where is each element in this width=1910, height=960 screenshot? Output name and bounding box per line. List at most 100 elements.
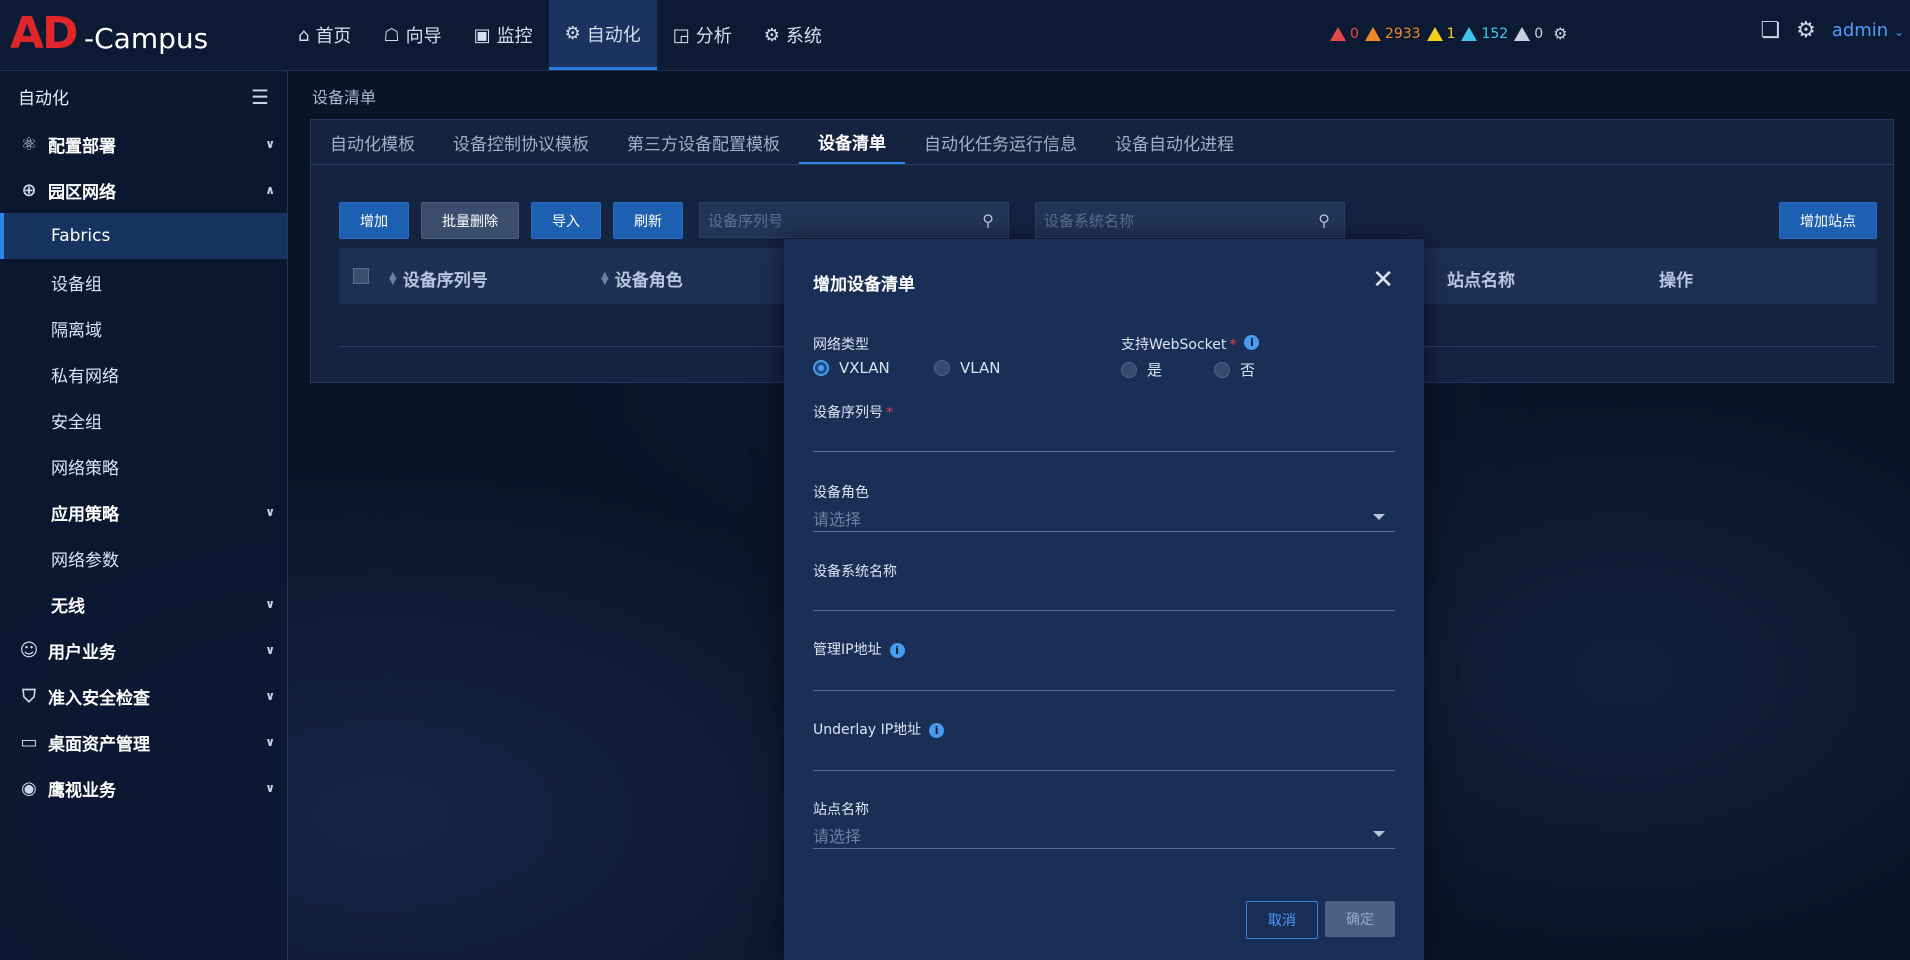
collapse-sidebar-icon[interactable]: ☰ [251, 85, 269, 109]
document-icon[interactable]: ❏ [1760, 18, 1780, 43]
tab-device-automation-progress[interactable]: 设备自动化进程 [1096, 120, 1253, 164]
role-select[interactable]: 请选择 [813, 506, 1395, 532]
site-select[interactable]: 请选择 [813, 823, 1395, 849]
alarm-count: 2933 [1384, 25, 1421, 42]
sidebar-item-user-service[interactable]: ☺ 用户业务 ∨ [0, 627, 287, 673]
nav-home[interactable]: ⌂ 首页 [282, 0, 367, 70]
select-all-checkbox[interactable] [353, 268, 369, 284]
sidebar-item-config-deploy[interactable]: ⚛ 配置部署 ∨ [0, 121, 287, 167]
websocket-label-text: 支持WebSocket [1121, 337, 1227, 353]
sidebar-item-network-params[interactable]: 网络参数 [0, 535, 287, 581]
nav-system[interactable]: ⚙ 系统 [748, 0, 838, 70]
add-site-button[interactable]: 增加站点 [1779, 202, 1877, 239]
user-menu[interactable]: admin ⌄ [1832, 20, 1904, 41]
radio-vxlan[interactable]: VXLAN [813, 359, 890, 377]
info-icon[interactable]: i [889, 642, 905, 658]
underlay-ip-input[interactable] [813, 745, 1395, 771]
websocket-label: 支持WebSocket * i [1121, 334, 1260, 354]
chevron-down-icon: ∨ [265, 689, 275, 703]
mgmt-ip-label: 管理IP地址 i [813, 639, 905, 659]
username: admin [1831, 20, 1889, 41]
radio-websocket-no[interactable]: 否 [1214, 359, 1255, 380]
close-icon[interactable]: ✕ [1372, 265, 1394, 295]
search-icon[interactable]: ⚲ [982, 211, 994, 230]
chevron-down-icon: ∨ [265, 781, 275, 795]
nav-automation[interactable]: ⚙ 自动化 [548, 0, 657, 70]
sidebar-item-campus-network[interactable]: ⊕ 园区网络 ∧ [0, 167, 287, 213]
users-icon: ☺ [19, 639, 39, 661]
add-button[interactable]: 增加 [339, 202, 409, 239]
dialog-title: 增加设备清单 [813, 275, 915, 295]
alarm-settings-icon[interactable]: ⚙ [1553, 24, 1567, 43]
nav-monitor[interactable]: ▣ 监控 [458, 0, 549, 70]
sidebar-item-label: 网络参数 [51, 550, 119, 571]
sidebar-title: 自动化 [18, 88, 69, 109]
tab-third-party-config-template[interactable]: 第三方设备配置模板 [608, 120, 799, 164]
alarm-warning[interactable]: 152 [1461, 26, 1508, 42]
mgmt-ip-input[interactable] [813, 665, 1395, 691]
analysis-icon: ◲ [672, 24, 690, 46]
chevron-down-icon: ∨ [265, 643, 275, 657]
nav-guide[interactable]: ☖ 向导 [367, 0, 457, 70]
alarm-minor[interactable]: 1 [1426, 25, 1456, 42]
sidebar-item-wireless[interactable]: 无线 ∨ [0, 581, 287, 627]
info-icon[interactable]: i [929, 722, 945, 738]
tab-automation-template[interactable]: 自动化模板 [311, 120, 434, 164]
sidebar-item-isolation-domain[interactable]: 隔离域 [0, 305, 287, 351]
sidebar-item-private-network[interactable]: 私有网络 [0, 351, 287, 397]
chevron-up-icon: ∧ [265, 183, 275, 197]
chevron-down-icon: ⌄ [1893, 25, 1904, 39]
radio-websocket-yes[interactable]: 是 [1121, 359, 1162, 380]
sidebar-item-fabrics[interactable]: Fabrics [0, 213, 287, 259]
import-button[interactable]: 导入 [531, 202, 601, 239]
sidebar-item-desktop-assets[interactable]: ▭ 桌面资产管理 ∨ [0, 719, 287, 765]
radio-label: VLAN [960, 359, 1001, 377]
sidebar-item-label: 隔离域 [51, 320, 102, 341]
gear-icon[interactable]: ⚙ [1796, 18, 1816, 43]
radio-vlan[interactable]: VLAN [934, 359, 1000, 377]
tab-automation-task-info[interactable]: 自动化任务运行信息 [905, 120, 1096, 164]
alarm-count: 1 [1446, 25, 1456, 42]
sysname-label: 设备系统名称 [813, 564, 897, 580]
batch-delete-button[interactable]: 批量删除 [421, 202, 519, 239]
cancel-button[interactable]: 取消 [1246, 901, 1318, 939]
alarm-count: 0 [1350, 25, 1359, 42]
alarm-critical[interactable]: 0 [1330, 26, 1359, 42]
underlay-ip-label: Underlay IP地址 i [813, 719, 945, 739]
shield-icon: ⛉ [22, 685, 36, 707]
alarm-major[interactable]: 2933 [1364, 25, 1421, 42]
sysname-input[interactable] [813, 585, 1395, 611]
refresh-button[interactable]: 刷新 [613, 202, 683, 239]
search-icon[interactable]: ⚲ [1318, 211, 1330, 230]
info-icon[interactable]: i [1244, 334, 1260, 350]
tab-control-protocol-template[interactable]: 设备控制协议模板 [434, 120, 608, 164]
column-label: 设备序列号 [402, 271, 488, 291]
home-icon: ⌂ [298, 24, 310, 46]
alarm-count: 0 [1534, 25, 1544, 42]
dropdown-caret-icon [1373, 831, 1385, 837]
serial-input[interactable] [813, 426, 1395, 452]
breadcrumb: 设备清单 [312, 88, 377, 107]
sysname-search-input[interactable]: 设备系统名称 ⚲ [1035, 202, 1345, 238]
tab-device-list[interactable]: 设备清单 [799, 120, 905, 164]
nav-label: 向导 [405, 26, 442, 47]
sidebar-item-access-security[interactable]: ⛉ 准入安全检查 ∨ [0, 673, 287, 719]
nav-analysis[interactable]: ◲ 分析 [657, 0, 748, 70]
network-type-label: 网络类型 [813, 337, 869, 353]
nav-label: 分析 [695, 26, 732, 47]
confirm-button[interactable]: 确定 [1325, 901, 1395, 937]
nav-label: 自动化 [586, 24, 641, 46]
column-serial[interactable]: ▲ ▼ 设备序列号 [389, 266, 488, 291]
sidebar-item-network-policy[interactable]: 网络策略 [0, 443, 287, 489]
desktop-icon: ▭ [20, 731, 38, 753]
sidebar-item-app-policy[interactable]: 应用策略 ∨ [0, 489, 287, 535]
sidebar-item-eagle-view[interactable]: ◉ 鹰视业务 ∨ [0, 765, 287, 811]
serial-search-input[interactable]: 设备序列号 ⚲ [699, 202, 1009, 238]
sidebar-item-device-group[interactable]: 设备组 [0, 259, 287, 305]
chevron-down-icon: ∨ [265, 137, 275, 151]
alarm-info[interactable]: 0 [1514, 26, 1543, 42]
column-role[interactable]: ▲ ▼ 设备角色 [601, 266, 683, 291]
radio-unselected-icon [1121, 361, 1137, 378]
sidebar-item-security-group[interactable]: 安全组 [0, 397, 287, 443]
warning-icon [1426, 26, 1443, 41]
